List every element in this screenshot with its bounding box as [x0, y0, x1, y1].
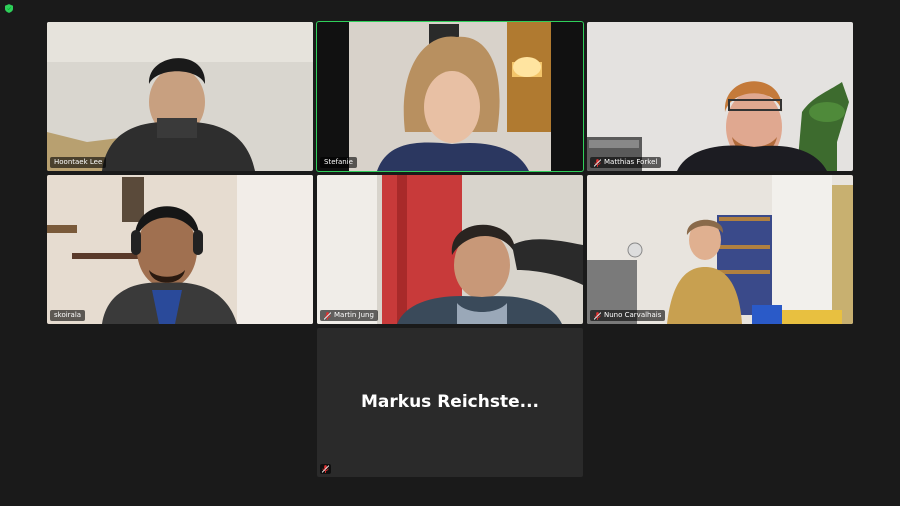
participant-name-tag: Stefanie: [320, 157, 357, 168]
mic-muted-icon: [322, 465, 329, 473]
participant-name-display: Markus Reichste...: [361, 392, 539, 412]
participant-video: [47, 175, 313, 324]
participant-video: [587, 175, 853, 324]
mic-muted-icon: [324, 311, 331, 320]
video-tile-nuno-carvalhais[interactable]: Nuno Carvalhais: [587, 175, 853, 324]
participant-name: Nuno Carvalhais: [604, 311, 662, 319]
participant-name-tag: Nuno Carvalhais: [590, 310, 666, 321]
video-tile-skoirala[interactable]: skoirala: [47, 175, 313, 324]
participant-name-tag: Martin Jung: [320, 310, 378, 321]
video-tile-markus-reichstein[interactable]: Markus Reichste...: [317, 328, 583, 477]
participant-name-tag: skoirala: [50, 310, 86, 321]
participant-name: Stefanie: [324, 158, 353, 166]
participant-video: [317, 22, 583, 171]
participant-name-tag: Matthias Forkel: [590, 157, 662, 168]
security-shield-icon[interactable]: [5, 4, 13, 13]
participant-name: Hoontaek Lee: [54, 158, 103, 166]
mute-indicator: [320, 464, 331, 474]
participant-video: [587, 22, 853, 171]
video-tile-hoontaek-lee[interactable]: Hoontaek Lee: [47, 22, 313, 171]
mic-muted-icon: [594, 311, 601, 320]
participant-name-tag: Hoontaek Lee: [50, 157, 107, 168]
participant-name: skoirala: [54, 311, 82, 319]
participant-name: Martin Jung: [334, 311, 374, 319]
participant-video: [317, 175, 583, 324]
video-tile-matthias-forkel[interactable]: Matthias Forkel: [587, 22, 853, 171]
video-tile-martin-jung[interactable]: Martin Jung: [317, 175, 583, 324]
mic-muted-icon: [594, 158, 601, 167]
participant-video: [47, 22, 313, 171]
video-tile-stefanie[interactable]: Stefanie: [316, 21, 584, 172]
participant-name: Matthias Forkel: [604, 158, 658, 166]
